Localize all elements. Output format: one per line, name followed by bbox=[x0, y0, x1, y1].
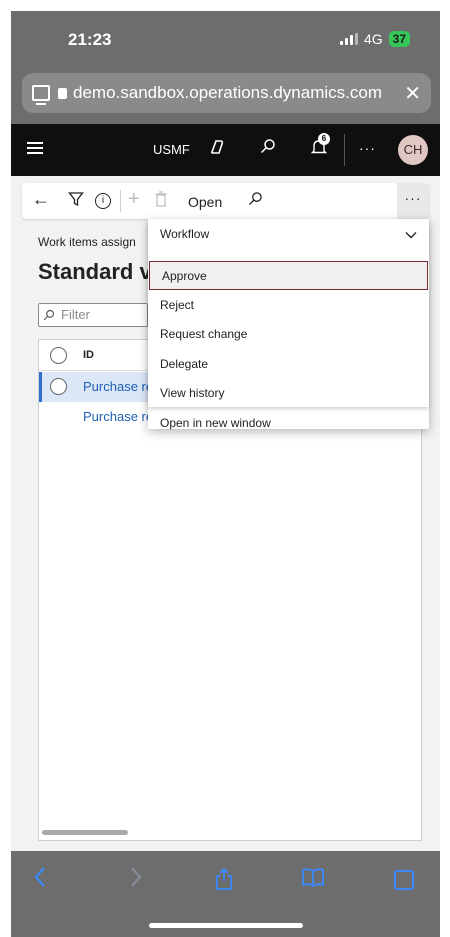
page-caption: Work items assign bbox=[38, 235, 136, 249]
company-picker[interactable]: USMF bbox=[153, 142, 190, 157]
header-divider bbox=[344, 134, 345, 166]
tabs-icon[interactable] bbox=[394, 870, 414, 890]
network-type: 4G bbox=[363, 31, 383, 47]
browser-bottom-bar bbox=[11, 851, 440, 937]
address-bar[interactable]: demo.sandbox.operations.dynamics.com ✕ bbox=[22, 73, 431, 113]
menu-item-delegate[interactable]: Delegate bbox=[148, 350, 429, 379]
browser-forward-icon[interactable] bbox=[129, 865, 143, 896]
back-arrow-icon[interactable]: ← bbox=[32, 189, 50, 210]
action-divider bbox=[120, 190, 121, 212]
new-icon[interactable]: + bbox=[128, 188, 140, 211]
action-search-icon[interactable] bbox=[248, 191, 263, 211]
bookmarks-icon[interactable] bbox=[301, 867, 325, 893]
hamburger-menu-icon[interactable] bbox=[27, 142, 43, 154]
filter-icon[interactable] bbox=[68, 191, 84, 212]
work-item-link[interactable]: Purchase re bbox=[83, 409, 153, 424]
battery-icon: 37 bbox=[388, 31, 410, 47]
notification-badge: 6 bbox=[318, 133, 330, 145]
more-actions-menu: Workflow Approve Reject Request change D… bbox=[148, 219, 429, 430]
workflow-group-label: Workflow bbox=[160, 227, 210, 241]
filter-placeholder: Filter bbox=[61, 307, 90, 322]
open-button[interactable]: Open bbox=[188, 194, 222, 210]
status-time: 21:23 bbox=[68, 30, 112, 49]
row-select-radio[interactable] bbox=[50, 378, 67, 395]
status-indicators: 4G 37 bbox=[339, 31, 410, 47]
app-header: USMF 6 ··· CH bbox=[11, 124, 440, 176]
delete-icon[interactable] bbox=[155, 191, 167, 212]
horizontal-scrollbar[interactable] bbox=[42, 830, 128, 835]
browser-back-icon[interactable] bbox=[33, 865, 47, 896]
avatar[interactable]: CH bbox=[398, 135, 428, 165]
action-pane: ← i + Open ··· bbox=[22, 183, 429, 219]
share-icon[interactable] bbox=[214, 867, 234, 897]
phone-screen: 21:23 4G 37 demo.sandbox.operations.dyna… bbox=[11, 11, 440, 937]
info-icon[interactable]: i bbox=[95, 193, 111, 209]
more-actions-button[interactable]: ··· bbox=[397, 183, 429, 219]
work-item-link[interactable]: Purchase re bbox=[83, 379, 153, 394]
page-settings-icon[interactable] bbox=[32, 85, 50, 105]
search-icon[interactable] bbox=[260, 138, 276, 159]
filter-search-icon bbox=[43, 304, 55, 328]
filter-input[interactable]: Filter bbox=[38, 303, 148, 327]
signal-icon bbox=[339, 33, 358, 45]
menu-item-view-history[interactable]: View history bbox=[148, 379, 429, 408]
chevron-down-icon bbox=[405, 219, 417, 250]
menu-item-open-new-window[interactable]: Open in new window bbox=[148, 409, 429, 438]
lock-icon bbox=[58, 87, 67, 99]
clear-url-icon[interactable]: ✕ bbox=[404, 81, 421, 106]
workflow-submenu: Workflow Approve Reject Request change D… bbox=[148, 219, 429, 407]
more-options-icon[interactable]: ··· bbox=[359, 140, 376, 156]
column-header-id[interactable]: ID bbox=[83, 349, 94, 361]
select-all-radio[interactable] bbox=[50, 347, 67, 364]
menu-item-approve[interactable]: Approve bbox=[149, 261, 428, 290]
menu-item-reject[interactable]: Reject bbox=[148, 291, 429, 320]
copilot-icon[interactable] bbox=[208, 138, 226, 161]
url-text[interactable]: demo.sandbox.operations.dynamics.com bbox=[73, 83, 398, 103]
workflow-group-header[interactable]: Workflow bbox=[148, 219, 429, 250]
browser-top-bar: 21:23 4G 37 demo.sandbox.operations.dyna… bbox=[11, 11, 440, 124]
home-indicator bbox=[149, 923, 303, 928]
page-title[interactable]: Standard v bbox=[38, 259, 152, 285]
menu-item-request-change[interactable]: Request change bbox=[148, 320, 429, 349]
